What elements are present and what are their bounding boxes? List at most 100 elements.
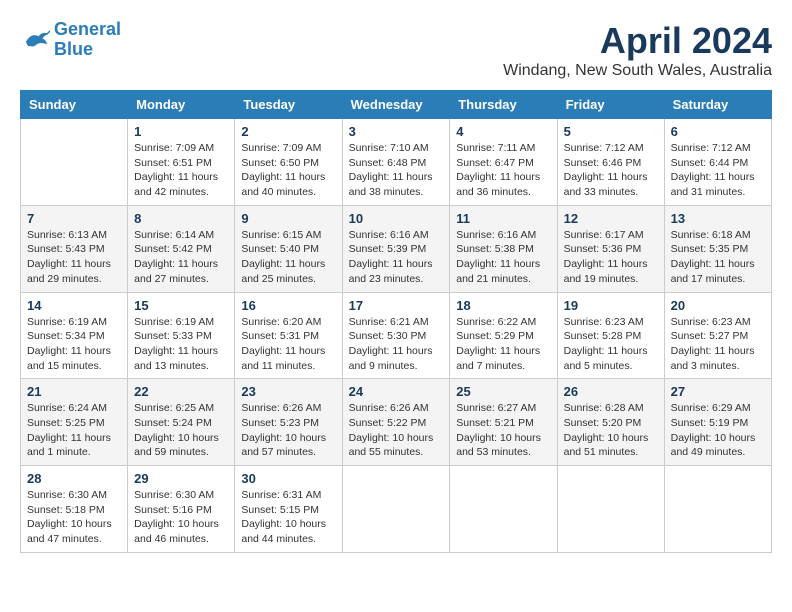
calendar-day-cell: 12 Sunrise: 6:17 AM Sunset: 5:36 PM Dayli… [557, 205, 664, 292]
calendar-day-cell: 10 Sunrise: 6:16 AM Sunset: 5:39 PM Dayli… [342, 205, 450, 292]
day-number: 29 [134, 471, 228, 486]
day-info: Sunrise: 7:12 AM Sunset: 6:44 PM Dayligh… [671, 141, 765, 200]
calendar-day-cell: 11 Sunrise: 6:16 AM Sunset: 5:38 PM Dayli… [450, 205, 557, 292]
calendar-day-cell: 22Sunrise: 6:25 AM Sunset: 5:24 PM Dayli… [128, 379, 235, 466]
calendar-day-cell [557, 466, 664, 553]
day-number: 24 [349, 384, 444, 399]
day-info: Sunrise: 6:31 AM Sunset: 5:15 PM Dayligh… [241, 488, 335, 547]
calendar-day-cell: 20Sunrise: 6:23 AM Sunset: 5:27 PM Dayli… [664, 292, 771, 379]
day-number: 12 [564, 211, 658, 226]
day-info: Sunrise: 6:30 AM Sunset: 5:16 PM Dayligh… [134, 488, 228, 547]
day-info: Sunrise: 6:18 AM Sunset: 5:35 PM Dayligh… [671, 228, 765, 287]
location-subtitle: Windang, New South Wales, Australia [503, 62, 772, 80]
day-info: Sunrise: 6:19 AM Sunset: 5:34 PM Dayligh… [27, 315, 121, 374]
day-number: 2 [241, 124, 335, 139]
calendar-header-friday: Friday [557, 91, 664, 119]
calendar-table: SundayMondayTuesdayWednesdayThursdayFrid… [20, 90, 772, 553]
calendar-day-cell: 13Sunrise: 6:18 AM Sunset: 5:35 PM Dayli… [664, 205, 771, 292]
calendar-week-row: 14 Sunrise: 6:19 AM Sunset: 5:34 PM Dayli… [21, 292, 772, 379]
calendar-day-cell: 4 Sunrise: 7:11 AM Sunset: 6:47 PM Daylig… [450, 119, 557, 206]
calendar-day-cell: 14 Sunrise: 6:19 AM Sunset: 5:34 PM Dayli… [21, 292, 128, 379]
calendar-day-cell: 3Sunrise: 7:10 AM Sunset: 6:48 PM Daylig… [342, 119, 450, 206]
calendar-header-sunday: Sunday [21, 91, 128, 119]
day-number: 23 [241, 384, 335, 399]
day-number: 30 [241, 471, 335, 486]
calendar-header-row: SundayMondayTuesdayWednesdayThursdayFrid… [21, 91, 772, 119]
calendar-day-cell [450, 466, 557, 553]
day-info: Sunrise: 6:20 AM Sunset: 5:31 PM Dayligh… [241, 315, 335, 374]
day-info: Sunrise: 7:11 AM Sunset: 6:47 PM Dayligh… [456, 141, 550, 200]
calendar-day-cell: 25 Sunrise: 6:27 AM Sunset: 5:21 PM Dayli… [450, 379, 557, 466]
calendar-day-cell: 21 Sunrise: 6:24 AM Sunset: 5:25 PM Dayli… [21, 379, 128, 466]
calendar-day-cell: 9Sunrise: 6:15 AM Sunset: 5:40 PM Daylig… [235, 205, 342, 292]
day-number: 7 [27, 211, 121, 226]
calendar-week-row: 28 Sunrise: 6:30 AM Sunset: 5:18 PM Dayli… [21, 466, 772, 553]
day-info: Sunrise: 6:21 AM Sunset: 5:30 PM Dayligh… [349, 315, 444, 374]
calendar-day-cell: 28 Sunrise: 6:30 AM Sunset: 5:18 PM Dayli… [21, 466, 128, 553]
calendar-week-row: 1Sunrise: 7:09 AM Sunset: 6:51 PM Daylig… [21, 119, 772, 206]
calendar-day-cell: 15 Sunrise: 6:19 AM Sunset: 5:33 PM Dayli… [128, 292, 235, 379]
day-info: Sunrise: 6:19 AM Sunset: 5:33 PM Dayligh… [134, 315, 228, 374]
day-number: 10 [349, 211, 444, 226]
day-info: Sunrise: 7:09 AM Sunset: 6:50 PM Dayligh… [241, 141, 335, 200]
day-info: Sunrise: 6:15 AM Sunset: 5:40 PM Dayligh… [241, 228, 335, 287]
page-header: General Blue April 2024 Windang, New Sou… [20, 20, 772, 80]
calendar-week-row: 7Sunrise: 6:13 AM Sunset: 5:43 PM Daylig… [21, 205, 772, 292]
calendar-day-cell: 18Sunrise: 6:22 AM Sunset: 5:29 PM Dayli… [450, 292, 557, 379]
calendar-day-cell: 30 Sunrise: 6:31 AM Sunset: 5:15 PM Dayli… [235, 466, 342, 553]
day-info: Sunrise: 6:26 AM Sunset: 5:23 PM Dayligh… [241, 401, 335, 460]
day-number: 16 [241, 298, 335, 313]
calendar-day-cell: 26 Sunrise: 6:28 AM Sunset: 5:20 PM Dayli… [557, 379, 664, 466]
day-number: 17 [349, 298, 444, 313]
day-number: 5 [564, 124, 658, 139]
logo-bird-icon [20, 25, 50, 55]
title-section: April 2024 Windang, New South Wales, Aus… [503, 20, 772, 80]
day-number: 25 [456, 384, 550, 399]
calendar-day-cell: 2 Sunrise: 7:09 AM Sunset: 6:50 PM Daylig… [235, 119, 342, 206]
calendar-day-cell: 16 Sunrise: 6:20 AM Sunset: 5:31 PM Dayli… [235, 292, 342, 379]
day-number: 26 [564, 384, 658, 399]
calendar-day-cell: 27 Sunrise: 6:29 AM Sunset: 5:19 PM Dayli… [664, 379, 771, 466]
day-number: 21 [27, 384, 121, 399]
calendar-week-row: 21 Sunrise: 6:24 AM Sunset: 5:25 PM Dayli… [21, 379, 772, 466]
calendar-day-cell: 19Sunrise: 6:23 AM Sunset: 5:28 PM Dayli… [557, 292, 664, 379]
day-number: 15 [134, 298, 228, 313]
day-info: Sunrise: 6:27 AM Sunset: 5:21 PM Dayligh… [456, 401, 550, 460]
day-number: 27 [671, 384, 765, 399]
calendar-header-wednesday: Wednesday [342, 91, 450, 119]
day-number: 4 [456, 124, 550, 139]
day-number: 1 [134, 124, 228, 139]
day-info: Sunrise: 6:30 AM Sunset: 5:18 PM Dayligh… [27, 488, 121, 547]
day-number: 14 [27, 298, 121, 313]
day-number: 18 [456, 298, 550, 313]
calendar-header-tuesday: Tuesday [235, 91, 342, 119]
day-number: 6 [671, 124, 765, 139]
logo-text: General Blue [54, 20, 121, 60]
calendar-header-saturday: Saturday [664, 91, 771, 119]
day-info: Sunrise: 7:10 AM Sunset: 6:48 PM Dayligh… [349, 141, 444, 200]
calendar-day-cell: 24 Sunrise: 6:26 AM Sunset: 5:22 PM Dayli… [342, 379, 450, 466]
month-title: April 2024 [503, 20, 772, 62]
day-info: Sunrise: 6:16 AM Sunset: 5:39 PM Dayligh… [349, 228, 444, 287]
calendar-day-cell: 6 Sunrise: 7:12 AM Sunset: 6:44 PM Daylig… [664, 119, 771, 206]
day-info: Sunrise: 6:28 AM Sunset: 5:20 PM Dayligh… [564, 401, 658, 460]
calendar-day-cell [21, 119, 128, 206]
calendar-day-cell: 7Sunrise: 6:13 AM Sunset: 5:43 PM Daylig… [21, 205, 128, 292]
calendar-day-cell: 17 Sunrise: 6:21 AM Sunset: 5:30 PM Dayli… [342, 292, 450, 379]
day-number: 20 [671, 298, 765, 313]
calendar-day-cell: 23 Sunrise: 6:26 AM Sunset: 5:23 PM Dayli… [235, 379, 342, 466]
day-number: 8 [134, 211, 228, 226]
day-info: Sunrise: 6:14 AM Sunset: 5:42 PM Dayligh… [134, 228, 228, 287]
day-number: 11 [456, 211, 550, 226]
day-info: Sunrise: 6:29 AM Sunset: 5:19 PM Dayligh… [671, 401, 765, 460]
day-number: 22 [134, 384, 228, 399]
day-info: Sunrise: 6:17 AM Sunset: 5:36 PM Dayligh… [564, 228, 658, 287]
calendar-day-cell: 1Sunrise: 7:09 AM Sunset: 6:51 PM Daylig… [128, 119, 235, 206]
day-number: 28 [27, 471, 121, 486]
calendar-day-cell: 5 Sunrise: 7:12 AM Sunset: 6:46 PM Daylig… [557, 119, 664, 206]
day-info: Sunrise: 7:12 AM Sunset: 6:46 PM Dayligh… [564, 141, 658, 200]
day-info: Sunrise: 6:26 AM Sunset: 5:22 PM Dayligh… [349, 401, 444, 460]
day-info: Sunrise: 6:16 AM Sunset: 5:38 PM Dayligh… [456, 228, 550, 287]
calendar-day-cell: 29 Sunrise: 6:30 AM Sunset: 5:16 PM Dayli… [128, 466, 235, 553]
day-info: Sunrise: 6:24 AM Sunset: 5:25 PM Dayligh… [27, 401, 121, 460]
